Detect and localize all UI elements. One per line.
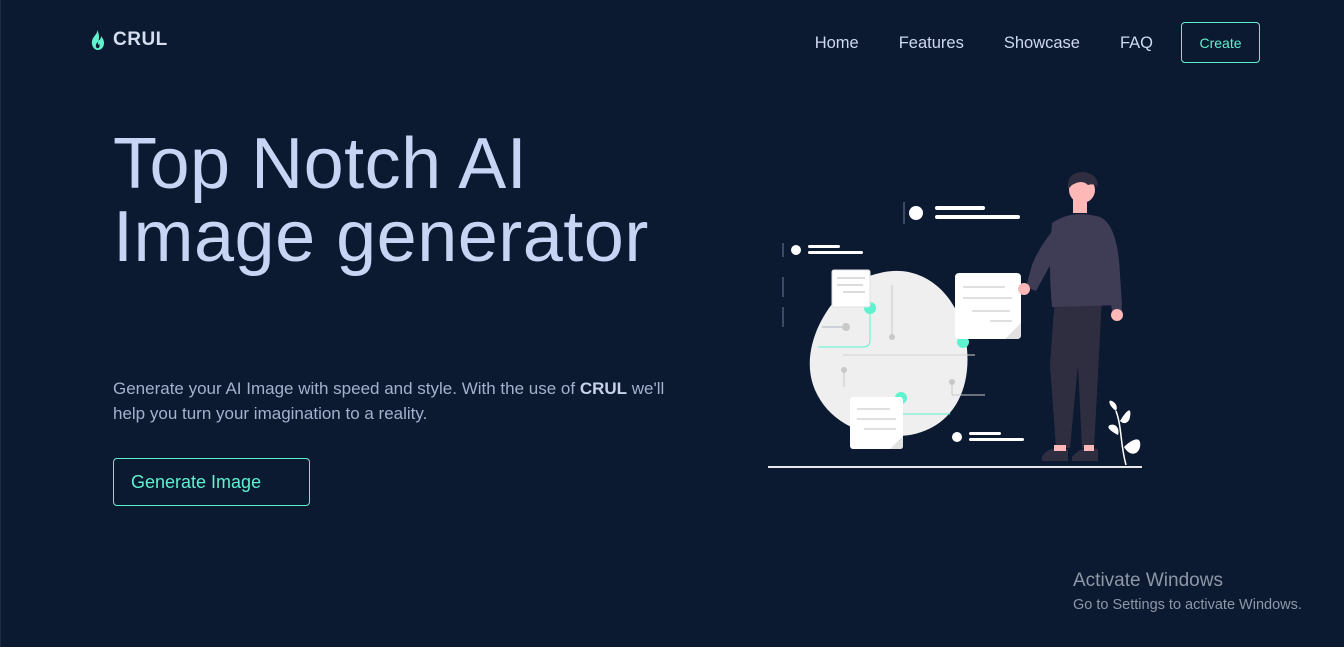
main-nav: Home Features Showcase FAQ Create <box>815 22 1260 63</box>
generate-image-button[interactable]: Generate Image <box>113 458 310 506</box>
hero-subtitle-brand: CRUL <box>579 379 628 398</box>
watermark-title: Activate Windows <box>1073 570 1223 591</box>
windows-activation-watermark: Activate Windows Go to Settings to activ… <box>1073 570 1302 615</box>
hero-subtitle-text: Generate your AI Image with speed and st… <box>113 379 580 398</box>
nav-faq[interactable]: FAQ <box>1120 23 1153 63</box>
brand-logo[interactable]: CRUL <box>87 29 168 51</box>
watermark-subtitle: Go to Settings to activate Windows. <box>1073 597 1302 613</box>
create-button[interactable]: Create <box>1181 22 1260 63</box>
hero-title: Top Notch AI Image generator <box>113 124 649 277</box>
nav-features[interactable]: Features <box>899 23 964 63</box>
nav-showcase[interactable]: Showcase <box>1004 23 1080 63</box>
nav-home[interactable]: Home <box>815 23 859 63</box>
hero-subtitle: Generate your AI Image with speed and st… <box>113 376 693 426</box>
brand-name: CRUL <box>113 29 168 50</box>
landing-page: CRUL Home Features Showcase FAQ Create T… <box>0 0 1344 647</box>
hero-illustration <box>760 165 1150 475</box>
flame-icon <box>87 29 107 51</box>
